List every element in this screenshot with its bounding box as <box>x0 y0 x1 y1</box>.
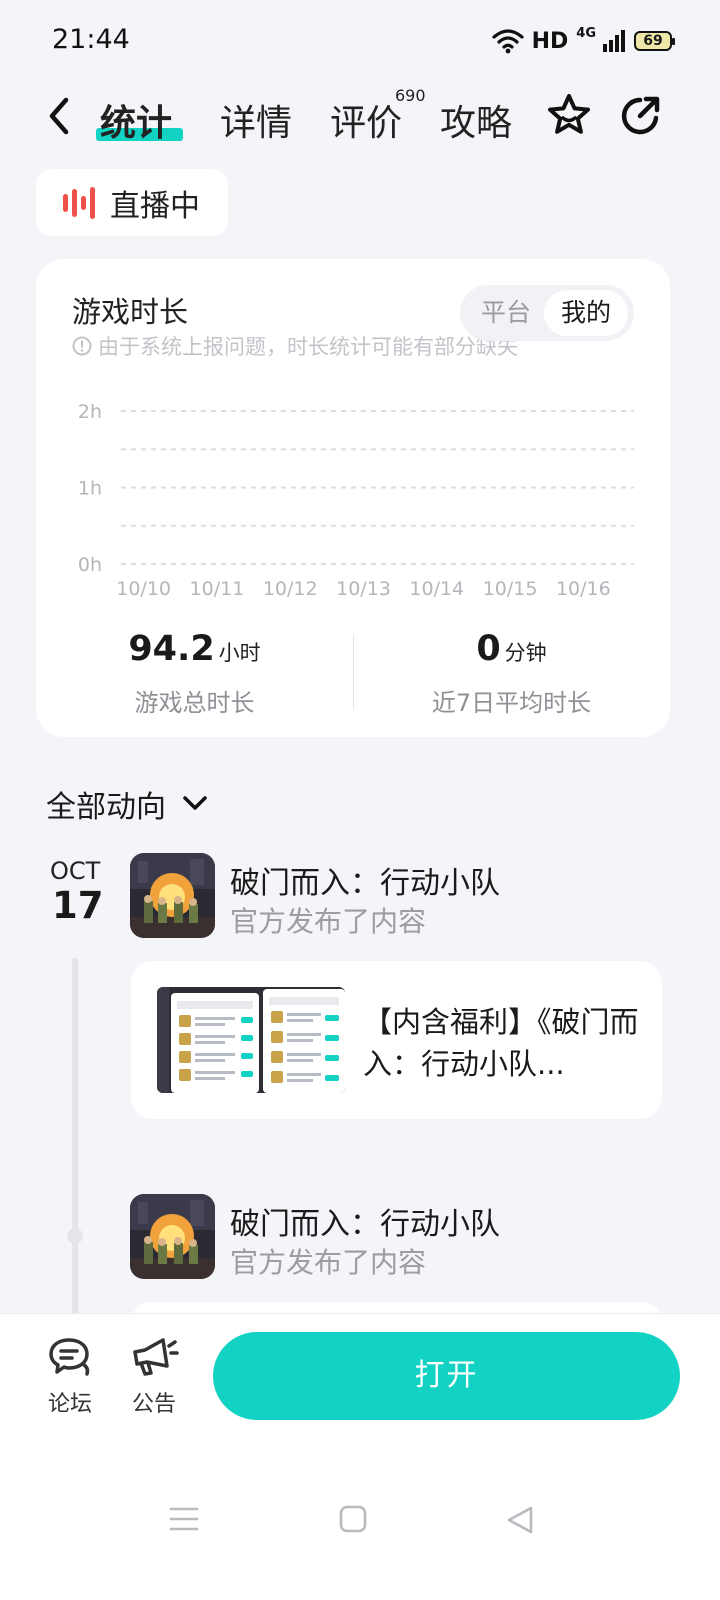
playtime-note: 由于系统上报问题，时长统计可能有部分缺失 <box>72 331 518 361</box>
open-game-button[interactable]: 打开 <box>213 1332 680 1420</box>
average-playtime-label: 近7日平均时长 <box>431 689 592 717</box>
total-playtime-label: 游戏总时长 <box>134 689 255 717</box>
post-action-text: 官方发布了内容 <box>230 1246 427 1279</box>
game-icon[interactable] <box>130 1194 215 1279</box>
total-playtime-unit: 小时 <box>218 641 261 665</box>
total-playtime-stat: 94.2 小时 游戏总时长 <box>36 629 353 718</box>
x-tick-label: 10/14 <box>409 578 464 600</box>
favorite-star-icon[interactable] <box>545 92 593 140</box>
timeline-dot <box>67 1228 83 1244</box>
info-icon <box>72 336 92 356</box>
average-playtime-stat: 0 分钟 近7日平均时长 <box>353 629 670 718</box>
playtime-title: 游戏时长 <box>72 295 189 329</box>
x-tick-label: 10/13 <box>336 578 391 600</box>
total-playtime-value: 94.2 <box>128 629 215 669</box>
activity-filter-dropdown[interactable]: 全部动向 <box>46 782 208 826</box>
date-day: 17 <box>52 884 104 927</box>
post-thumbnail <box>157 987 345 1093</box>
forum-chat-icon <box>49 1338 90 1376</box>
x-tick-label: 10/11 <box>190 578 245 600</box>
post-thumbnail-image <box>157 987 345 1093</box>
playtime-note-text: 由于系统上报问题，时长统计可能有部分缺失 <box>98 335 518 359</box>
playtime-card: 游戏时长 由于系统上报问题，时长统计可能有部分缺失 平台 我的 0h 1h 2h 10… <box>36 259 670 737</box>
battery-icon: 69 <box>634 31 675 51</box>
forum-button[interactable]: 论坛 <box>40 1336 100 1418</box>
hd-indicator: HD <box>531 28 569 54</box>
status-icons: HD 4G 69 <box>491 24 675 58</box>
home-nav-icon[interactable] <box>338 1504 368 1534</box>
average-playtime-value: 0 <box>476 629 501 669</box>
y-tick-label: 1h <box>78 478 102 500</box>
cell-type: 4G <box>576 26 596 41</box>
post-card[interactable]: 【内含福利】《破门而入：行动小队... <box>131 961 662 1119</box>
y-tick-label: 0h <box>78 554 102 576</box>
post-card-text: 【内含福利】《破门而入：行动小队... <box>363 1005 639 1081</box>
game-art-icon <box>130 853 215 938</box>
live-streaming-chip[interactable]: 直播中 <box>36 169 228 236</box>
x-tick-label: 10/16 <box>556 578 611 600</box>
bottom-action-bar: 论坛 公告 打开 <box>0 1313 720 1600</box>
forum-label: 论坛 <box>47 1392 92 1417</box>
reviews-count-badge: 690 <box>395 86 426 105</box>
game-icon[interactable] <box>130 853 215 938</box>
notice-label: 公告 <box>131 1392 176 1417</box>
x-tick-label: 10/10 <box>116 578 171 600</box>
chevron-down-icon <box>183 796 207 810</box>
live-bars-icon <box>63 186 95 219</box>
signal-icon <box>603 30 625 52</box>
post-game-title[interactable]: 破门而入：行动小队 <box>230 1199 500 1243</box>
platform-mine-toggle[interactable]: 平台 我的 <box>460 285 634 341</box>
wifi-icon <box>491 29 524 54</box>
tab-guides[interactable]: 攻略 <box>440 94 512 146</box>
post-action-text: 官方发布了内容 <box>230 905 427 938</box>
tab-details[interactable]: 详情 <box>220 94 292 146</box>
x-tick-label: 10/12 <box>263 578 318 600</box>
x-tick-label: 10/15 <box>483 578 538 600</box>
tab-reviews[interactable]: 评价 <box>330 94 402 146</box>
tab-stats[interactable]: 统计 <box>100 94 172 146</box>
live-label: 直播中 <box>110 188 200 224</box>
y-tick-label: 2h <box>78 401 102 423</box>
timeline-line <box>72 958 78 1318</box>
toggle-platform[interactable]: 平台 <box>470 290 542 336</box>
playtime-chart: 0h 1h 2h 10/10 10/11 10/12 10/13 10/14 10/15 10/1… <box>78 401 634 600</box>
toggle-mine[interactable]: 我的 <box>544 290 628 336</box>
share-icon[interactable] <box>616 92 664 140</box>
post-game-title[interactable]: 破门而入：行动小队 <box>230 858 500 902</box>
date-month: OCT <box>50 857 101 885</box>
megaphone-icon <box>133 1338 179 1376</box>
average-playtime-unit: 分钟 <box>504 641 547 665</box>
status-time: 21:44 <box>52 24 130 55</box>
menu-nav-icon[interactable] <box>168 1504 200 1534</box>
back-arrow-icon[interactable] <box>40 94 80 138</box>
notice-button[interactable]: 公告 <box>124 1336 184 1418</box>
filter-label: 全部动向 <box>46 790 166 825</box>
back-nav-icon[interactable] <box>504 1504 536 1536</box>
game-art-icon <box>130 1194 215 1279</box>
